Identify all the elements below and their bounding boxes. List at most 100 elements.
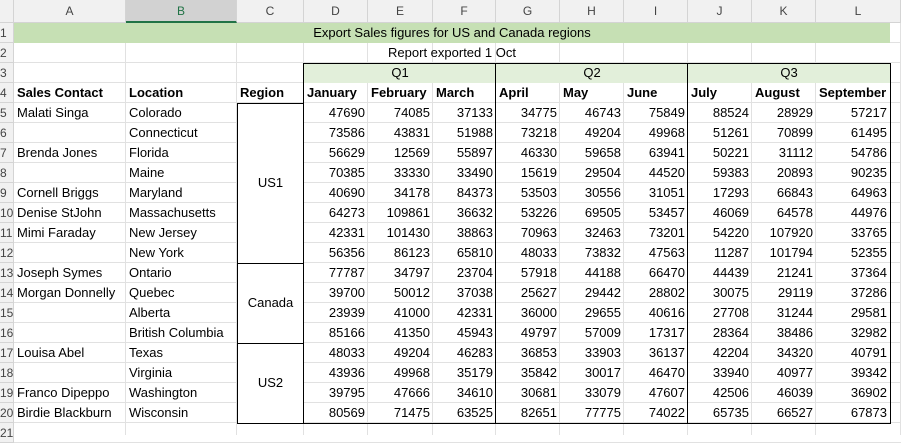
sales-value-cell[interactable]: 36000: [496, 303, 560, 323]
sales-value-cell[interactable]: 56629: [304, 143, 368, 163]
row-header-20[interactable]: 20: [0, 403, 14, 423]
sales-value-cell[interactable]: 28802: [624, 283, 688, 303]
sales-value-cell[interactable]: 85166: [304, 323, 368, 343]
sales-value-cell[interactable]: 65810: [433, 243, 496, 263]
sales-value-cell[interactable]: 42204: [688, 343, 752, 363]
sales-value-cell[interactable]: 28929: [752, 103, 816, 123]
sales-value-cell[interactable]: 33330: [368, 163, 433, 183]
sales-value-cell[interactable]: 43831: [368, 123, 433, 143]
sales-value-cell[interactable]: 73832: [560, 243, 624, 263]
sheet-title[interactable]: Export Sales figures for US and Canada r…: [14, 23, 890, 43]
location-cell[interactable]: Alberta: [126, 303, 237, 323]
row-header-6[interactable]: 6: [0, 123, 14, 143]
sales-value-cell[interactable]: 54220: [688, 223, 752, 243]
location-cell[interactable]: Connecticut: [126, 123, 237, 143]
sales-value-cell[interactable]: 17293: [688, 183, 752, 203]
sales-value-cell[interactable]: 50221: [688, 143, 752, 163]
sales-value-cell[interactable]: 61495: [816, 123, 890, 143]
sales-value-cell[interactable]: 71475: [368, 403, 433, 423]
sales-value-cell[interactable]: 53457: [624, 203, 688, 223]
region-cell-us2[interactable]: US2: [237, 343, 304, 423]
sales-value-cell[interactable]: 82651: [496, 403, 560, 423]
row-header-5[interactable]: 5: [0, 103, 14, 123]
sales-contact-cell[interactable]: [14, 323, 126, 343]
sales-value-cell[interactable]: 46283: [433, 343, 496, 363]
sales-value-cell[interactable]: 50012: [368, 283, 433, 303]
row-header-16[interactable]: 16: [0, 323, 14, 343]
sales-contact-cell[interactable]: Birdie Blackburn: [14, 403, 126, 423]
sales-value-cell[interactable]: 47607: [624, 383, 688, 403]
sales-value-cell[interactable]: 42331: [433, 303, 496, 323]
sales-value-cell[interactable]: 11287: [688, 243, 752, 263]
sales-value-cell[interactable]: 30556: [560, 183, 624, 203]
location-cell[interactable]: Virginia: [126, 363, 237, 383]
sales-value-cell[interactable]: 47563: [624, 243, 688, 263]
row-header-18[interactable]: 18: [0, 363, 14, 383]
sales-value-cell[interactable]: 32463: [560, 223, 624, 243]
sales-value-cell[interactable]: 33079: [560, 383, 624, 403]
sales-value-cell[interactable]: 34797: [368, 263, 433, 283]
sales-value-cell[interactable]: 66843: [752, 183, 816, 203]
sales-value-cell[interactable]: 59383: [688, 163, 752, 183]
sales-value-cell[interactable]: 37038: [433, 283, 496, 303]
sales-value-cell[interactable]: 59658: [560, 143, 624, 163]
sales-value-cell[interactable]: 41000: [368, 303, 433, 323]
sales-value-cell[interactable]: 35842: [496, 363, 560, 383]
sales-value-cell[interactable]: 36853: [496, 343, 560, 363]
location-cell[interactable]: Massachusetts: [126, 203, 237, 223]
row-header-21[interactable]: 21: [0, 423, 14, 443]
sales-value-cell[interactable]: 30017: [560, 363, 624, 383]
sales-value-cell[interactable]: 88524: [688, 103, 752, 123]
sales-value-cell[interactable]: 84373: [433, 183, 496, 203]
sales-value-cell[interactable]: 57009: [560, 323, 624, 343]
select-all-corner[interactable]: [0, 0, 14, 23]
sales-value-cell[interactable]: 73586: [304, 123, 368, 143]
sales-value-cell[interactable]: 37133: [433, 103, 496, 123]
header-month-february[interactable]: February: [368, 83, 433, 103]
sales-value-cell[interactable]: 30075: [688, 283, 752, 303]
sales-value-cell[interactable]: 30681: [496, 383, 560, 403]
sales-value-cell[interactable]: 73218: [496, 123, 560, 143]
row-header-10[interactable]: 10: [0, 203, 14, 223]
row-header-17[interactable]: 17: [0, 343, 14, 363]
sales-value-cell[interactable]: 47690: [304, 103, 368, 123]
row-header-8[interactable]: 8: [0, 163, 14, 183]
sales-value-cell[interactable]: 65735: [688, 403, 752, 423]
column-header-a[interactable]: A: [14, 0, 126, 23]
sales-value-cell[interactable]: 74085: [368, 103, 433, 123]
location-cell[interactable]: Washington: [126, 383, 237, 403]
sales-value-cell[interactable]: 25627: [496, 283, 560, 303]
sales-value-cell[interactable]: 34320: [752, 343, 816, 363]
sales-value-cell[interactable]: 40690: [304, 183, 368, 203]
location-cell[interactable]: New York: [126, 243, 237, 263]
sales-value-cell[interactable]: 75849: [624, 103, 688, 123]
sales-value-cell[interactable]: 44188: [560, 263, 624, 283]
sales-value-cell[interactable]: 33765: [816, 223, 890, 243]
sales-value-cell[interactable]: 31051: [624, 183, 688, 203]
column-header-k[interactable]: K: [752, 0, 816, 23]
header-location[interactable]: Location: [126, 83, 237, 103]
row-header-2[interactable]: 2: [0, 43, 14, 63]
sales-contact-cell[interactable]: Cornell Briggs: [14, 183, 126, 203]
sales-value-cell[interactable]: 29442: [560, 283, 624, 303]
sales-value-cell[interactable]: 86123: [368, 243, 433, 263]
sales-value-cell[interactable]: 37286: [816, 283, 890, 303]
row-header-7[interactable]: 7: [0, 143, 14, 163]
header-month-may[interactable]: May: [560, 83, 624, 103]
sales-value-cell[interactable]: 90235: [816, 163, 890, 183]
sales-value-cell[interactable]: 77775: [560, 403, 624, 423]
sales-value-cell[interactable]: 31112: [752, 143, 816, 163]
region-cell-us1[interactable]: US1: [237, 103, 304, 263]
header-region[interactable]: Region: [237, 83, 304, 103]
sales-value-cell[interactable]: 73201: [624, 223, 688, 243]
row-header-14[interactable]: 14: [0, 283, 14, 303]
sales-value-cell[interactable]: 46069: [688, 203, 752, 223]
sales-value-cell[interactable]: 52355: [816, 243, 890, 263]
sales-value-cell[interactable]: 31244: [752, 303, 816, 323]
location-cell[interactable]: Quebec: [126, 283, 237, 303]
sales-value-cell[interactable]: 47666: [368, 383, 433, 403]
sales-value-cell[interactable]: 42331: [304, 223, 368, 243]
sales-value-cell[interactable]: 33940: [688, 363, 752, 383]
location-cell[interactable]: Wisconsin: [126, 403, 237, 423]
header-month-april[interactable]: April: [496, 83, 560, 103]
